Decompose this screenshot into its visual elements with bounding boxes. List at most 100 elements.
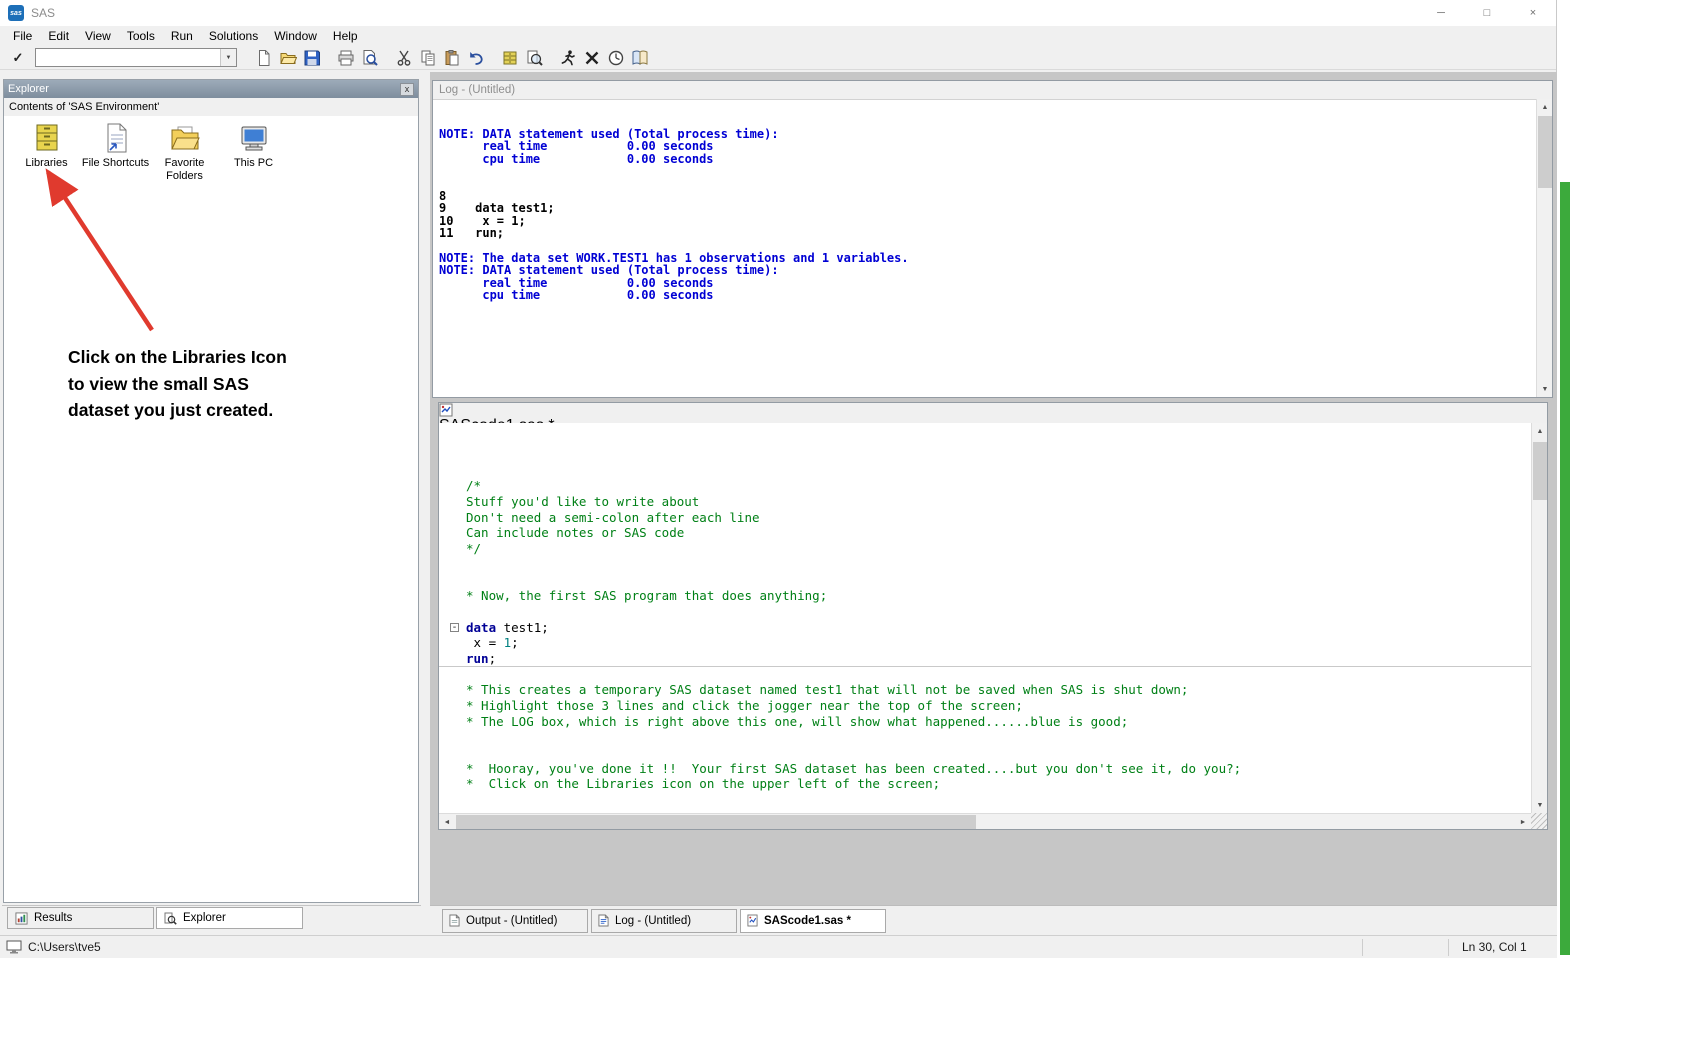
code-token: * The LOG box, which is right above this… xyxy=(466,714,1128,729)
sas-logo-icon: sas xyxy=(8,5,24,21)
resize-gripper[interactable] xyxy=(1531,813,1547,829)
help-button[interactable] xyxy=(628,47,652,69)
explorer-item-favorite-folders[interactable]: Favorite Folders xyxy=(150,122,219,183)
code-token: Stuff you'd like to write about xyxy=(466,494,699,509)
results-icon xyxy=(15,912,28,925)
code-line: * Now, the first SAS program that does a… xyxy=(439,588,1531,604)
status-cursor-position: Ln 30, Col 1 xyxy=(1462,940,1527,954)
scroll-right-icon[interactable]: ► xyxy=(1515,814,1531,830)
scroll-up-icon[interactable]: ▲ xyxy=(1537,99,1553,115)
scrollbar-thumb[interactable] xyxy=(1533,442,1547,500)
code-line: */ xyxy=(439,541,1531,557)
code-token: ; xyxy=(489,651,497,666)
explorer-title-bar[interactable]: Explorer x xyxy=(4,80,418,98)
new-button[interactable] xyxy=(252,47,276,69)
scrollbar-thumb[interactable] xyxy=(1538,116,1552,188)
editor-code: /*Stuff you'd like to write aboutDon't n… xyxy=(439,478,1531,792)
log-line xyxy=(439,239,1536,251)
command-check-button[interactable]: ✓ xyxy=(6,47,30,69)
log-line xyxy=(439,165,1536,177)
editor-horizontal-scrollbar[interactable]: ◄ ► xyxy=(439,813,1531,829)
explorer-item-this-pc[interactable]: This PC xyxy=(219,122,288,183)
menu-solutions[interactable]: Solutions xyxy=(201,27,266,45)
code-token: x = xyxy=(466,635,504,650)
code-line: /* xyxy=(439,478,1531,494)
break-button[interactable] xyxy=(604,47,628,69)
editor-content[interactable]: /*Stuff you'd like to write aboutDon't n… xyxy=(439,423,1531,813)
code-line xyxy=(439,573,1531,589)
code-token: * Highlight those 3 lines and click the … xyxy=(466,698,1023,713)
code-token: data xyxy=(466,620,496,635)
clear-all-x-icon xyxy=(583,49,601,67)
desktop: sas SAS ─ □ × File Edit View Tools Run S… xyxy=(0,0,1703,1039)
output-window-icon xyxy=(449,914,460,927)
title-bar[interactable]: sas SAS ─ □ × xyxy=(0,0,1556,26)
green-strip xyxy=(1560,182,1570,955)
sas-explorer-button[interactable] xyxy=(522,47,546,69)
code-token: Don't need a semi-colon after each line xyxy=(466,510,760,525)
code-token: * Now, the first SAS program that does a… xyxy=(466,588,827,603)
code-token: * Click on the Libraries icon on the upp… xyxy=(466,776,940,791)
copy-button[interactable] xyxy=(416,47,440,69)
scrollbar-thumb[interactable] xyxy=(456,815,976,829)
maximize-button[interactable]: □ xyxy=(1464,0,1510,26)
cut-button[interactable] xyxy=(392,47,416,69)
print-preview-button[interactable] xyxy=(358,47,382,69)
undo-button[interactable] xyxy=(464,47,488,69)
explorer-close-button[interactable]: x xyxy=(400,83,414,96)
menu-file[interactable]: File xyxy=(5,27,40,45)
window-tab-bar: Output - (Untitled) Log - (Untitled) SAS… xyxy=(430,905,1557,935)
scroll-down-icon[interactable]: ▼ xyxy=(1532,797,1548,813)
check-icon: ✓ xyxy=(13,50,24,66)
collapse-minus-icon[interactable]: - xyxy=(450,623,459,632)
command-dropdown-button[interactable]: ▼ xyxy=(220,49,236,66)
log-title-bar[interactable]: Log - (Untitled) xyxy=(433,81,1552,99)
menu-tools[interactable]: Tools xyxy=(119,27,163,45)
log-line: 9 data test1; xyxy=(439,202,1536,214)
sas-code-icon xyxy=(747,914,758,927)
new-library-button[interactable] xyxy=(498,47,522,69)
explorer-item-file-shortcuts[interactable]: File Shortcuts xyxy=(81,122,150,183)
scroll-left-icon[interactable]: ◄ xyxy=(439,814,455,830)
annotation-line: dataset you just created. xyxy=(68,397,287,424)
paste-button[interactable] xyxy=(440,47,464,69)
code-line: run; xyxy=(439,651,1531,667)
editor-vertical-scrollbar[interactable]: ▲ ▼ xyxy=(1531,423,1547,813)
log-content[interactable]: NOTE: DATA statement used (Total process… xyxy=(433,99,1536,397)
code-line: * Highlight those 3 lines and click the … xyxy=(439,698,1531,714)
explorer-item-libraries[interactable]: Libraries xyxy=(12,122,81,183)
menu-help[interactable]: Help xyxy=(325,27,366,45)
tab-editor-window[interactable]: SAScode1.sas * xyxy=(740,909,886,933)
explorer-content[interactable]: Libraries File Shortcuts Favorite Folder… xyxy=(4,116,418,902)
close-button[interactable]: × xyxy=(1510,0,1556,26)
minimize-button[interactable]: ─ xyxy=(1418,0,1464,26)
open-button[interactable] xyxy=(276,47,300,69)
print-button[interactable] xyxy=(334,47,358,69)
code-token: * Hooray, you've done it !! Your first S… xyxy=(466,761,1241,776)
scroll-up-icon[interactable]: ▲ xyxy=(1532,423,1548,439)
save-floppy-icon xyxy=(303,49,321,67)
tab-label: Explorer xyxy=(183,912,226,924)
submit-button[interactable] xyxy=(556,47,580,69)
tab-output-window[interactable]: Output - (Untitled) xyxy=(442,909,588,933)
tab-log-window[interactable]: Log - (Untitled) xyxy=(591,909,737,933)
menu-window[interactable]: Window xyxy=(266,27,325,45)
command-input[interactable] xyxy=(36,49,220,66)
clear-all-button[interactable] xyxy=(580,47,604,69)
code-token: Can include notes or SAS code xyxy=(466,525,684,540)
window-controls: ─ □ × xyxy=(1418,0,1556,26)
help-book-icon xyxy=(631,49,649,67)
scroll-down-icon[interactable]: ▼ xyxy=(1537,381,1553,397)
menu-edit[interactable]: Edit xyxy=(40,27,77,45)
explorer-item-label: This PC xyxy=(234,157,273,170)
save-button[interactable] xyxy=(300,47,324,69)
tab-explorer[interactable]: Explorer xyxy=(156,907,303,929)
status-working-directory: C:\Users\tve5 xyxy=(28,940,101,954)
explorer-magnifier-icon xyxy=(525,49,543,67)
menu-run[interactable]: Run xyxy=(163,27,201,45)
code-token: */ xyxy=(466,541,481,556)
tab-results[interactable]: Results xyxy=(7,907,154,929)
menu-view[interactable]: View xyxy=(77,27,119,45)
log-vertical-scrollbar[interactable]: ▲ ▼ xyxy=(1536,99,1552,397)
status-bar: C:\Users\tve5 Ln 30, Col 1 xyxy=(0,935,1557,958)
